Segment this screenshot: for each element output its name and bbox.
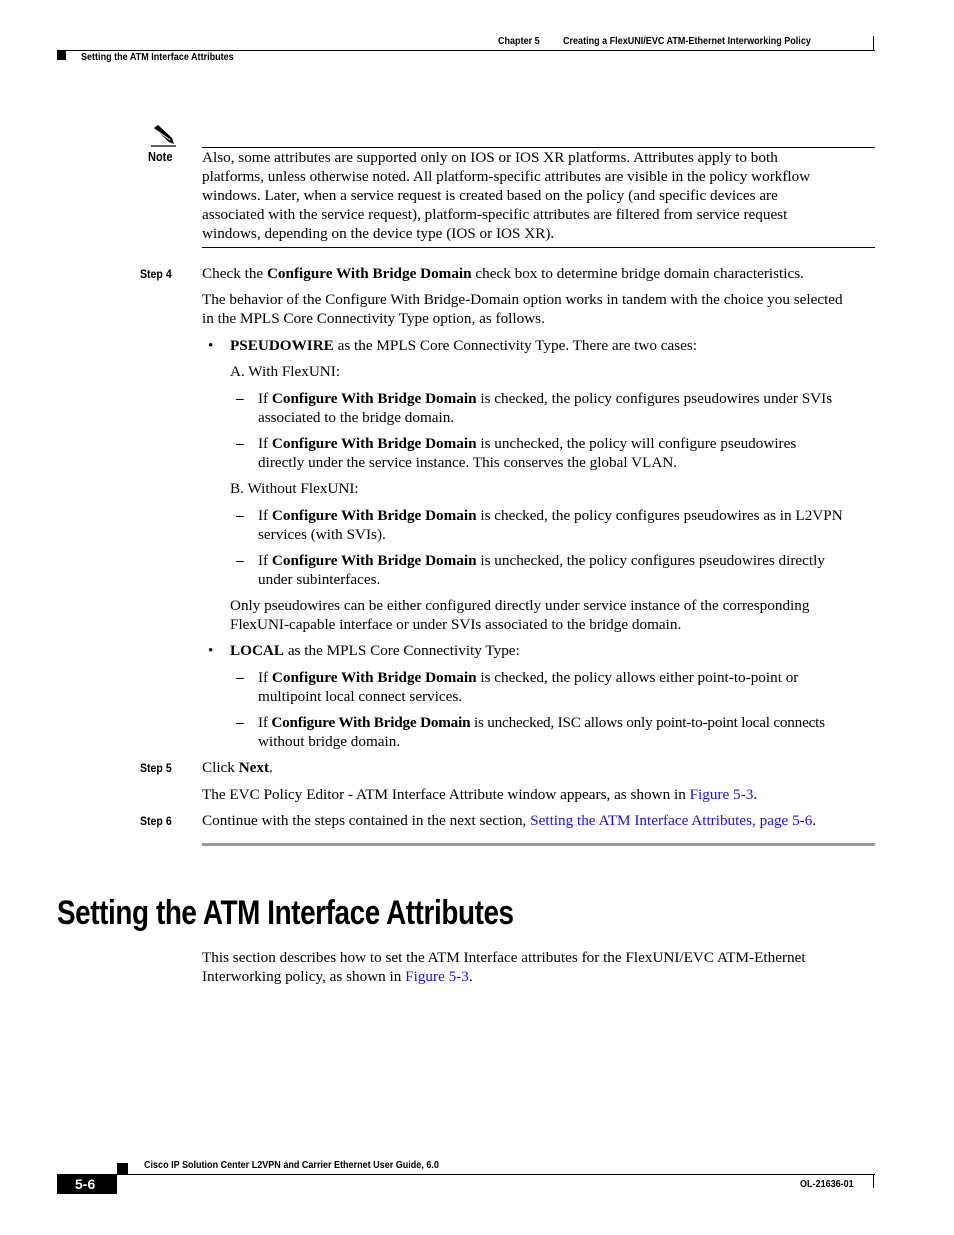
note-line: Also, some attributes are supported only… — [202, 149, 778, 166]
footer-doc-id: OL-21636-01 — [800, 1178, 854, 1190]
text: Only pseudowires can be either configure… — [230, 597, 810, 614]
text: If — [258, 669, 272, 686]
procedure-end-rule — [202, 843, 875, 846]
text: under subinterfaces. — [258, 571, 381, 588]
text: . — [468, 968, 473, 985]
step-4-label: Step 4 — [140, 267, 172, 281]
text: Click — [202, 759, 239, 776]
dash-icon: – — [236, 714, 244, 731]
bullet-icon: • — [208, 642, 214, 659]
case-a-heading: A. With FlexUNI: — [230, 363, 341, 380]
case-a-item: If Configure With Bridge Domain is unche… — [258, 434, 796, 472]
ui-term: Configure With Bridge Domain — [271, 669, 477, 686]
note-line: windows. Later, when a service request i… — [202, 187, 778, 204]
text: as the MPLS Core Connectivity Type. Ther… — [333, 337, 698, 354]
text: is checked, the policy configures pseudo… — [476, 390, 833, 407]
note-line: associated with the service request), pl… — [202, 206, 788, 223]
dash-icon: – — [236, 390, 244, 407]
step-6-instruction: Continue with the steps contained in the… — [202, 811, 882, 830]
case-b-item: If Configure With Bridge Domain is unche… — [258, 551, 825, 589]
page-number-tab: 5-6 — [57, 1174, 117, 1194]
header-chapter-title: Creating a FlexUNI/EVC ATM-Ethernet Inte… — [563, 35, 811, 47]
case-b-item: If Configure With Bridge Domain is check… — [258, 506, 843, 544]
local-item: If Configure With Bridge Domain is unche… — [258, 713, 825, 751]
ui-term: Configure With Bridge Domain — [266, 265, 472, 282]
local-item: If Configure With Bridge Domain is check… — [258, 668, 798, 706]
header-block-marker — [57, 51, 66, 60]
section-title: Setting the ATM Interface Attributes — [57, 894, 514, 932]
text: directly under the service instance. Thi… — [258, 454, 678, 471]
text: If — [258, 507, 272, 524]
header-chapter: Chapter 5 — [498, 35, 540, 47]
text: associated to the bridge domain. — [258, 409, 455, 426]
text: multipoint local connect services. — [258, 688, 463, 705]
header-vertical-rule — [873, 36, 874, 50]
text: Interworking policy, as shown in — [202, 968, 406, 985]
text: is unchecked, the policy will configure … — [476, 435, 797, 452]
text: If — [258, 714, 272, 731]
ui-term: Configure With Bridge Domain — [271, 507, 477, 524]
case-b-heading: B. Without FlexUNI: — [230, 480, 359, 497]
step-5-paragraph: The EVC Policy Editor - ATM Interface At… — [202, 785, 882, 804]
ui-term: Configure With Bridge Domain — [271, 552, 477, 569]
ui-term: Configure With Bridge Domain — [271, 390, 477, 407]
text: services (with SVIs). — [258, 526, 386, 543]
text: The EVC Policy Editor - ATM Interface At… — [202, 786, 690, 803]
bullet-icon: • — [208, 337, 214, 354]
section-intro: This section describes how to set the AT… — [202, 948, 882, 986]
text: is checked, the policy configures pseudo… — [476, 507, 843, 524]
dash-icon: – — [236, 507, 244, 524]
step-5-instruction: Click Next. — [202, 758, 882, 777]
ui-term: Configure With Bridge Domain — [271, 435, 477, 452]
header-section: Setting the ATM Interface Attributes — [81, 51, 234, 63]
ui-term: LOCAL — [230, 642, 285, 659]
section-link[interactable]: Setting the ATM Interface Attributes, pa… — [530, 812, 812, 829]
text: If — [258, 390, 272, 407]
bullet-pseudowire: PSEUDOWIRE as the MPLS Core Connectivity… — [230, 336, 697, 355]
note-text: Also, some attributes are supported only… — [202, 148, 882, 243]
ui-term: PSEUDOWIRE — [230, 337, 334, 354]
note-line: platforms, unless otherwise noted. All p… — [202, 168, 811, 185]
text: check box to determine bridge domain cha… — [471, 265, 804, 282]
note-label: Note — [148, 150, 173, 164]
case-a-item: If Configure With Bridge Domain is check… — [258, 389, 832, 427]
figure-5-3-link[interactable]: Figure 5-3 — [690, 786, 754, 803]
dash-icon: – — [236, 552, 244, 569]
text: without bridge domain. — [258, 733, 401, 750]
paragraph-line: in the MPLS Core Connectivity Type optio… — [202, 310, 545, 327]
text: is unchecked, the policy configures pseu… — [476, 552, 825, 569]
bullet-local: LOCAL as the MPLS Core Connectivity Type… — [230, 641, 520, 660]
step-4-paragraph: The behavior of the Configure With Bridg… — [202, 290, 882, 328]
text: If — [258, 435, 272, 452]
text: Continue with the steps contained in the… — [202, 812, 531, 829]
text: This section describes how to set the AT… — [202, 949, 806, 966]
text: is unchecked, ISC allows only point-to-p… — [470, 714, 825, 731]
figure-5-3-link[interactable]: Figure 5-3 — [405, 968, 469, 985]
note-bottom-rule — [202, 247, 875, 248]
pencil-icon — [151, 125, 176, 147]
step-6-label: Step 6 — [140, 814, 172, 828]
ui-term: Configure With Bridge Domain — [271, 714, 471, 731]
text: . — [753, 786, 758, 803]
footer-guide-title: Cisco IP Solution Center L2VPN and Carri… — [144, 1159, 439, 1171]
text: FlexUNI-capable interface or under SVIs … — [230, 616, 682, 633]
step-4-instruction: Check the Configure With Bridge Domain c… — [202, 264, 882, 283]
text: . — [812, 812, 817, 829]
text: is checked, the policy allows either poi… — [476, 669, 799, 686]
text: Check the — [202, 265, 267, 282]
note-line: windows, depending on the device type (I… — [202, 225, 555, 242]
dash-icon: – — [236, 435, 244, 452]
pseudowire-summary: Only pseudowires can be either configure… — [230, 596, 809, 634]
dash-icon: – — [236, 669, 244, 686]
text: If — [258, 552, 272, 569]
ui-term: Next — [238, 759, 270, 776]
paragraph-line: The behavior of the Configure With Bridg… — [202, 291, 843, 308]
footer-vertical-rule — [873, 1175, 874, 1188]
step-5-label: Step 5 — [140, 761, 172, 775]
text: as the MPLS Core Connectivity Type: — [284, 642, 520, 659]
footer-rule — [117, 1174, 875, 1175]
text: . — [269, 759, 273, 776]
footer-block-marker — [117, 1163, 128, 1174]
